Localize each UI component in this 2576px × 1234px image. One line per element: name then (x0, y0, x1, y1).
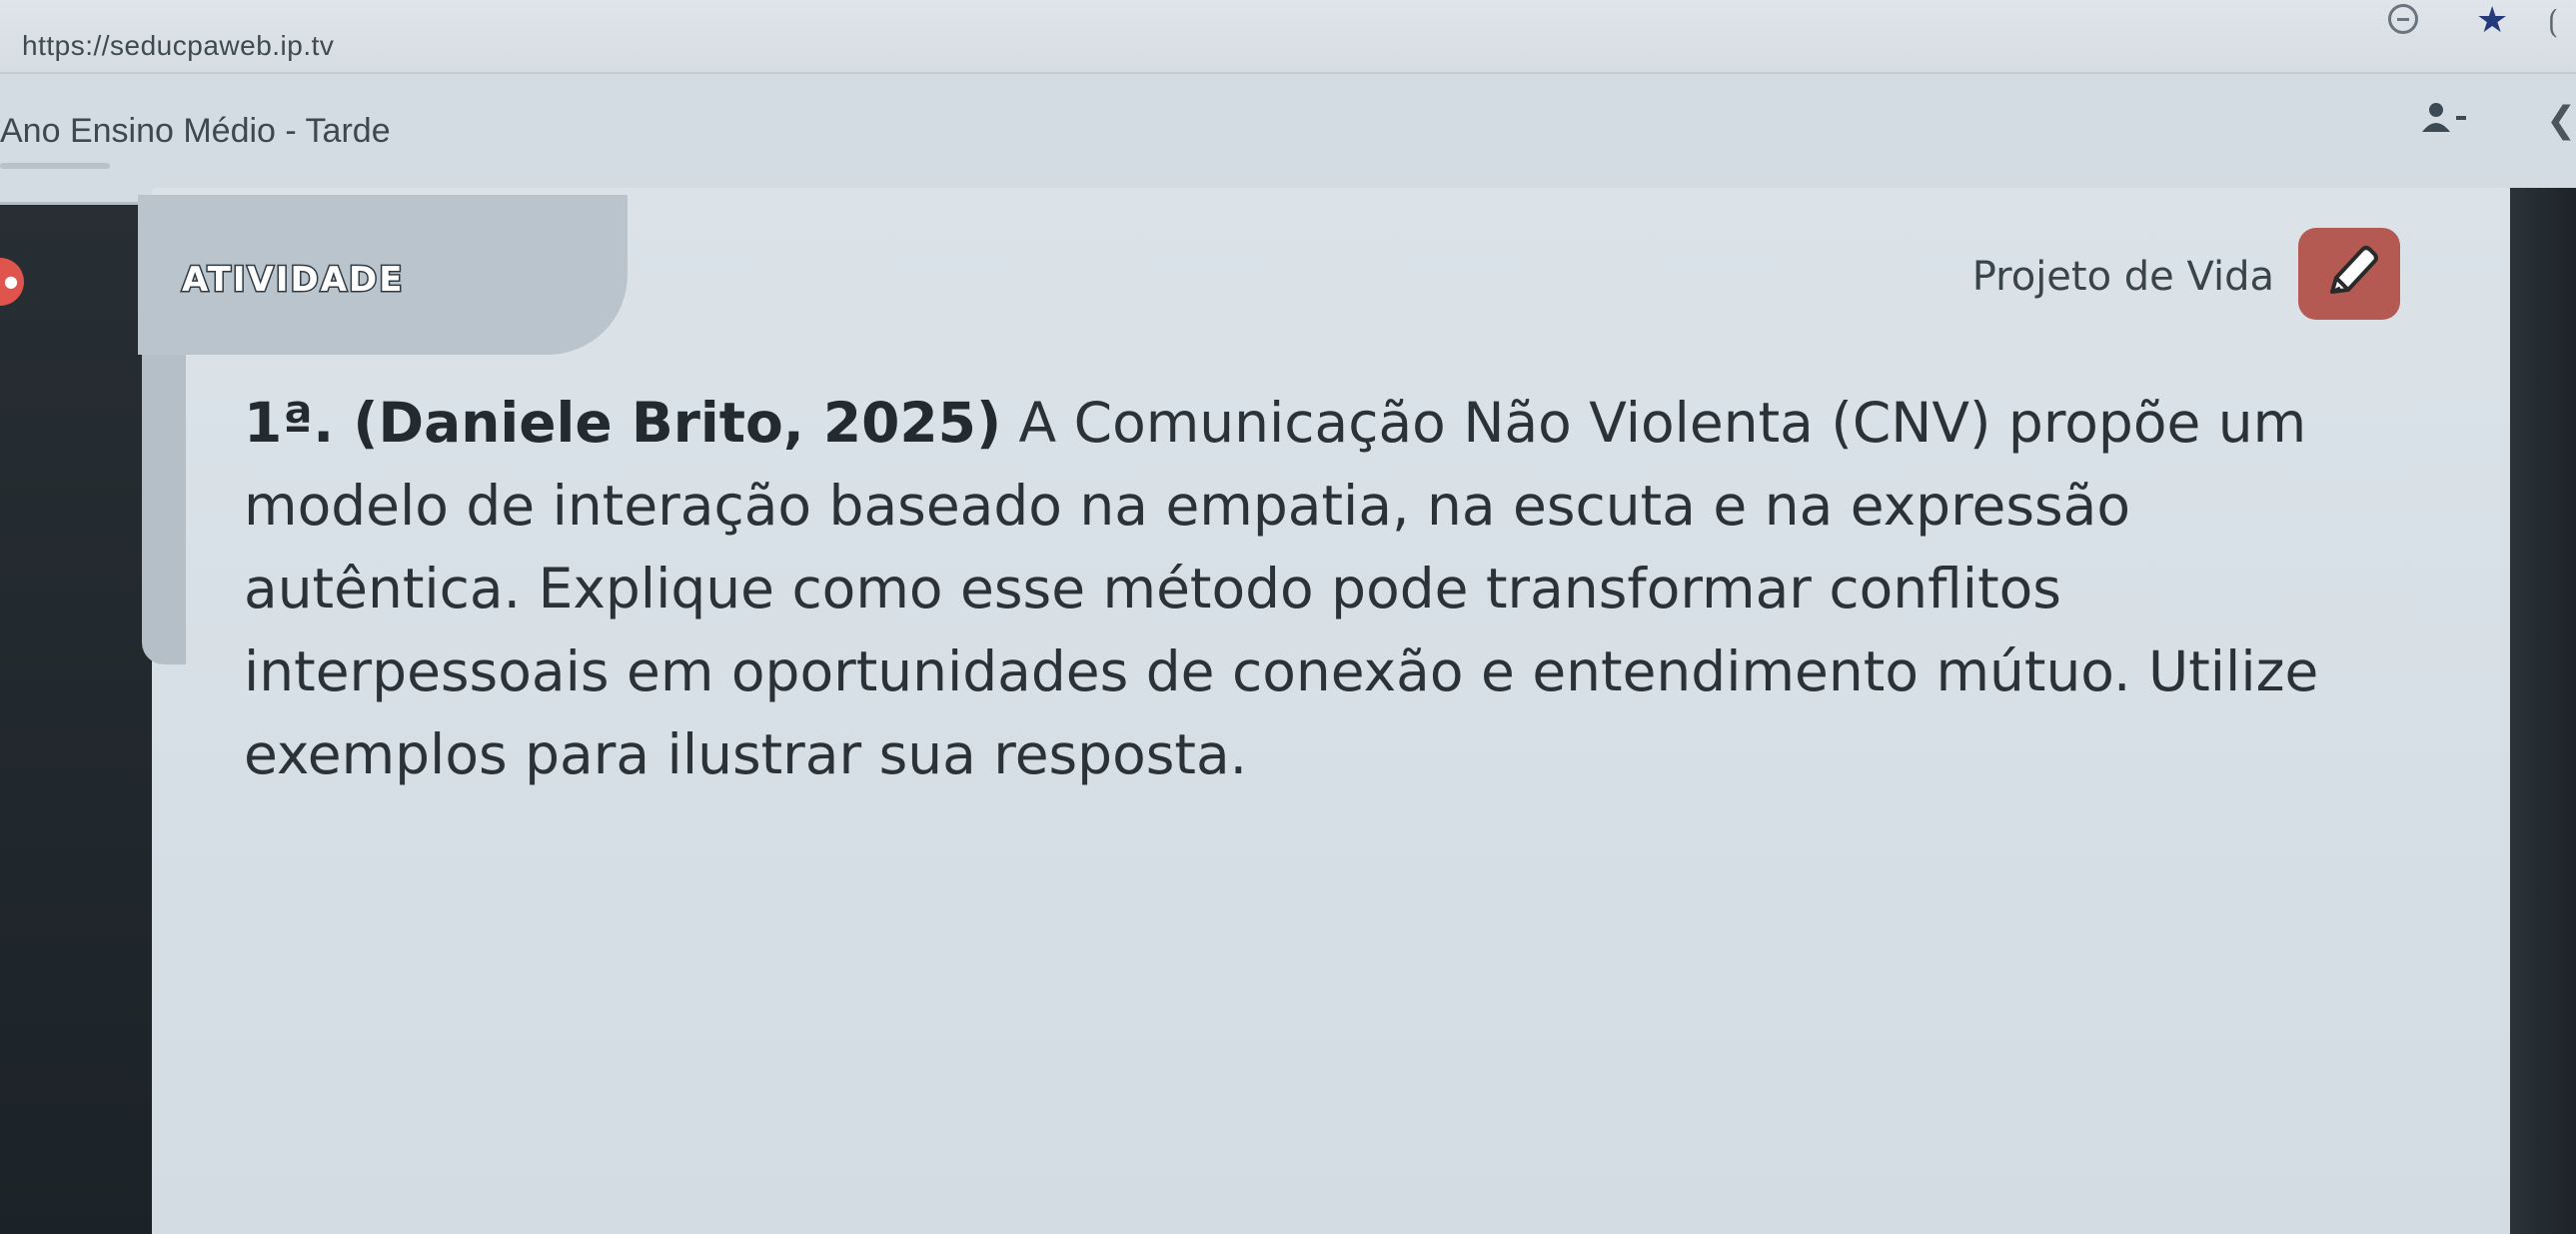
question-number: 1ª. (Daniele Brito, 2025) (244, 391, 1002, 455)
star-icon[interactable]: ★ (2476, 0, 2508, 41)
question-text: 1ª. (Daniele Brito, 2025) A Comunicação … (244, 382, 2422, 796)
person-icon[interactable] (2416, 100, 2470, 134)
notification-badge[interactable]: ● (0, 258, 24, 306)
url-text[interactable]: https://seducpaweb.ip.tv (22, 30, 334, 62)
screen: https://seducpaweb.ip.tv ★ ⟮ Ano Ensino … (0, 0, 2576, 1234)
zoom-out-icon[interactable] (2388, 4, 2418, 34)
extensions-icon[interactable]: ⟮ (2548, 4, 2558, 39)
edit-button[interactable] (2298, 228, 2400, 320)
class-title: Ano Ensino Médio - Tarde (0, 112, 391, 150)
pencil-icon (2330, 246, 2378, 294)
chevron-left-icon[interactable]: ❮ (2546, 100, 2576, 141)
subject-label: Projeto de Vida (1971, 254, 2274, 300)
activity-label: ATIVIDADE (180, 259, 405, 302)
class-subtitle (0, 163, 110, 169)
browser-address-bar[interactable]: https://seducpaweb.ip.tv ★ ⟮ (0, 0, 2576, 74)
screen-bezel (2510, 188, 2576, 1234)
